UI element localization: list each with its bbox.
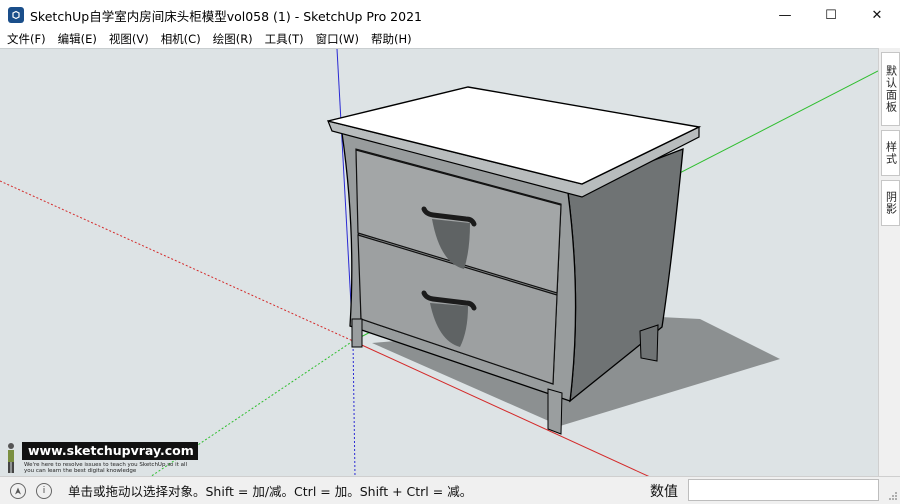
window-controls: — ☐ ✕ [762, 0, 900, 30]
model-canvas[interactable] [0, 49, 878, 477]
title-bar: SketchUp自学室内房间床头柜模型vol058 (1) - SketchUp… [0, 0, 900, 30]
minimize-button[interactable]: — [762, 0, 808, 30]
status-hint: 单击或拖动以选择对象。Shift = 加/减。Ctrl = 加。Shift + … [68, 484, 473, 499]
tray-panel: 默认面板 样式 阴影 [878, 48, 900, 476]
watermark-url: www.sketchupvray.com [22, 442, 198, 460]
measurements-input[interactable] [688, 479, 879, 501]
maximize-button[interactable]: ☐ [808, 0, 854, 30]
menu-file[interactable]: 文件(F) [0, 31, 52, 47]
menu-bar: 文件(F) 编辑(E) 视图(V) 相机(C) 绘图(R) 工具(T) 窗口(W… [0, 30, 900, 48]
menu-camera[interactable]: 相机(C) [155, 31, 207, 47]
menu-window[interactable]: 窗口(W) [310, 31, 365, 47]
leg-front-right [547, 388, 563, 435]
person-icon [8, 443, 14, 473]
watermark: www.sketchupvray.com We're here to resol… [0, 436, 198, 476]
menu-draw[interactable]: 绘图(R) [207, 31, 259, 47]
blue-axis-dashed [352, 340, 356, 477]
resize-grip-icon[interactable] [888, 491, 898, 501]
window-title: SketchUp自学室内房间床头柜模型vol058 (1) - SketchUp… [30, 8, 422, 24]
menu-help[interactable]: 帮助(H) [365, 31, 418, 47]
red-axis-dashed [0, 180, 354, 342]
tab-shadows[interactable]: 阴影 [881, 180, 900, 226]
menu-edit[interactable]: 编辑(E) [52, 31, 103, 47]
leg-back-right [639, 324, 659, 362]
leg-front-left [351, 318, 363, 348]
menu-view[interactable]: 视图(V) [103, 31, 155, 47]
watermark-tagline: We're here to resolve issues to teach yo… [24, 462, 188, 474]
info-icon[interactable]: i [36, 482, 52, 499]
tab-default-tray[interactable]: 默认面板 [881, 52, 900, 126]
model-viewport[interactable] [0, 48, 878, 477]
geolocation-icon[interactable] [10, 482, 26, 499]
menu-tools[interactable]: 工具(T) [259, 31, 310, 47]
measurements-label: 数值 [650, 484, 678, 500]
close-button[interactable]: ✕ [854, 0, 900, 30]
tab-styles[interactable]: 样式 [881, 130, 900, 176]
sketchup-app-icon[interactable] [8, 7, 24, 23]
